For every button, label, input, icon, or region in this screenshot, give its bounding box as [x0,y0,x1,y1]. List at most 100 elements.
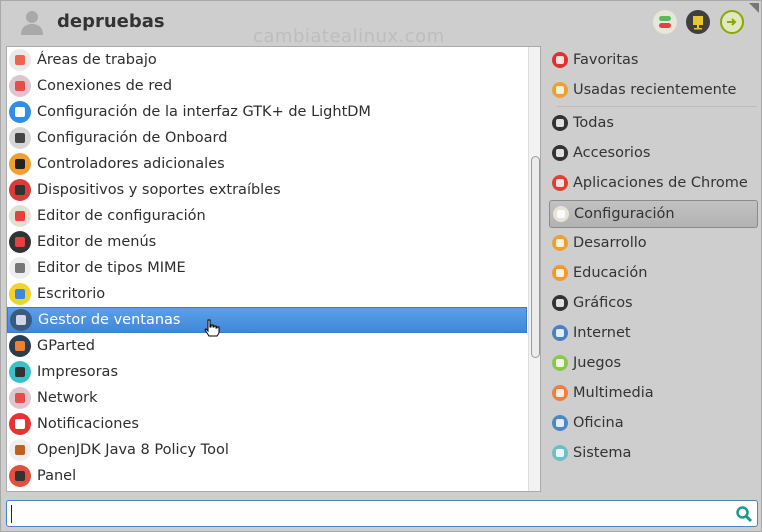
settings-icon [553,206,569,222]
logout-icon [727,18,737,26]
app-item[interactable]: Dispositivos y soportes extraíbles [7,177,527,203]
watermark: cambiatealinux.com [253,26,445,47]
whisker-menu-window: depruebas cambiatealinux.com Áreas de tr… [0,0,762,532]
app-item[interactable]: Network [7,385,527,411]
app-label: Controladores adicionales [37,156,225,172]
category-label: Accesorios [573,145,651,161]
app-label: Network [37,390,98,406]
app-icon [9,413,31,435]
app-label: Notificaciones [37,416,139,432]
app-icon [9,153,31,175]
category-label: Todas [573,115,614,131]
username: depruebas [57,11,165,32]
app-item[interactable]: Escritorio [7,281,527,307]
category-bookmark[interactable]: Favoritas [549,46,758,74]
chrome-icon [552,175,568,191]
app-item[interactable]: Notificaciones [7,411,527,437]
category-system[interactable]: Sistema [549,439,758,467]
app-item[interactable]: Conexiones de red [7,73,527,99]
app-item[interactable]: Impresoras [7,359,527,385]
category-label: Juegos [573,355,622,371]
category-label: Sistema [573,445,632,461]
multimedia-icon [552,385,568,401]
app-label: OpenJDK Java 8 Policy Tool [37,442,229,458]
app-item[interactable]: Editor de menús [7,229,527,255]
development-icon [552,235,568,251]
category-chrome[interactable]: Aplicaciones de Chrome [549,169,758,197]
application-list: Áreas de trabajo Conexiones de red Configu… [6,46,541,492]
app-icon [9,387,31,409]
app-icon [9,465,31,487]
internet-icon [552,325,568,341]
category-graphics[interactable]: Gráficos [549,289,758,317]
toggle-icon [659,16,671,28]
app-icon [9,257,31,279]
app-label: Editor de configuración [37,208,206,224]
text-caret [11,505,12,523]
search-input[interactable] [6,500,758,527]
app-icon [9,49,31,71]
lock-icon [693,16,703,30]
category-label: Aplicaciones de Chrome [573,175,748,191]
app-item[interactable]: Controladores adicionales [7,151,527,177]
list-scrollbar[interactable] [528,47,540,491]
category-label: Multimedia [573,385,654,401]
app-item[interactable]: OpenJDK Java 8 Policy Tool [7,437,527,463]
app-label: Impresoras [37,364,118,380]
category-accessories[interactable]: Accesorios [549,139,758,167]
category-recent[interactable]: Usadas recientemente [549,76,758,104]
category-label: Desarrollo [573,235,647,251]
app-item[interactable]: Configuración de la interfaz GTK+ de Lig… [7,99,527,125]
app-icon [9,335,31,357]
app-icon [9,75,31,97]
category-label: Gráficos [573,295,633,311]
all-apps-icon [552,115,568,131]
office-icon [552,415,568,431]
app-item[interactable]: Gestor de ventanas [7,307,527,333]
app-icon [9,283,31,305]
category-separator [557,106,757,107]
recent-icon [552,82,568,98]
search-icon [736,506,753,523]
graphics-icon [552,295,568,311]
app-item[interactable]: GParted [7,333,527,359]
category-label: Internet [573,325,631,341]
category-label: Favoritas [573,52,639,68]
app-item[interactable]: Editor de tipos MIME [7,255,527,281]
category-education[interactable]: Educación [549,259,758,287]
category-all-apps[interactable]: Todas [549,109,758,137]
app-icon [9,127,31,149]
education-icon [552,265,568,281]
category-label: Configuración [574,206,675,222]
app-icon [9,101,31,123]
lock-screen-button[interactable] [686,10,710,34]
category-label: Educación [573,265,648,281]
app-item[interactable]: Áreas de trabajo [7,47,527,73]
category-multimedia[interactable]: Multimedia [549,379,758,407]
resize-grip[interactable] [749,3,759,13]
app-label: Editor de menús [37,234,157,250]
app-icon [9,231,31,253]
app-item[interactable]: Panel [7,463,527,489]
app-label: Gestor de ventanas [38,312,181,328]
category-development[interactable]: Desarrollo [549,229,758,257]
bookmark-icon [552,52,568,68]
category-games[interactable]: Juegos [549,349,758,377]
app-label: Panel [37,468,77,484]
category-label: Usadas recientemente [573,82,737,98]
category-office[interactable]: Oficina [549,409,758,437]
app-item[interactable]: Editor de configuración [7,203,527,229]
app-label: Configuración de Onboard [37,130,228,146]
scrollbar-thumb[interactable] [531,156,540,358]
category-settings[interactable]: Configuración [549,200,758,228]
app-item[interactable]: Configuración de Onboard [7,125,527,151]
app-label: Configuración de la interfaz GTK+ de Lig… [37,104,371,120]
category-label: Oficina [573,415,624,431]
app-icon [9,361,31,383]
user-avatar-icon [21,11,43,35]
games-icon [552,355,568,371]
settings-manager-button[interactable] [653,10,677,34]
category-internet[interactable]: Internet [549,319,758,347]
app-icon [9,179,31,201]
log-out-button[interactable] [720,10,744,34]
